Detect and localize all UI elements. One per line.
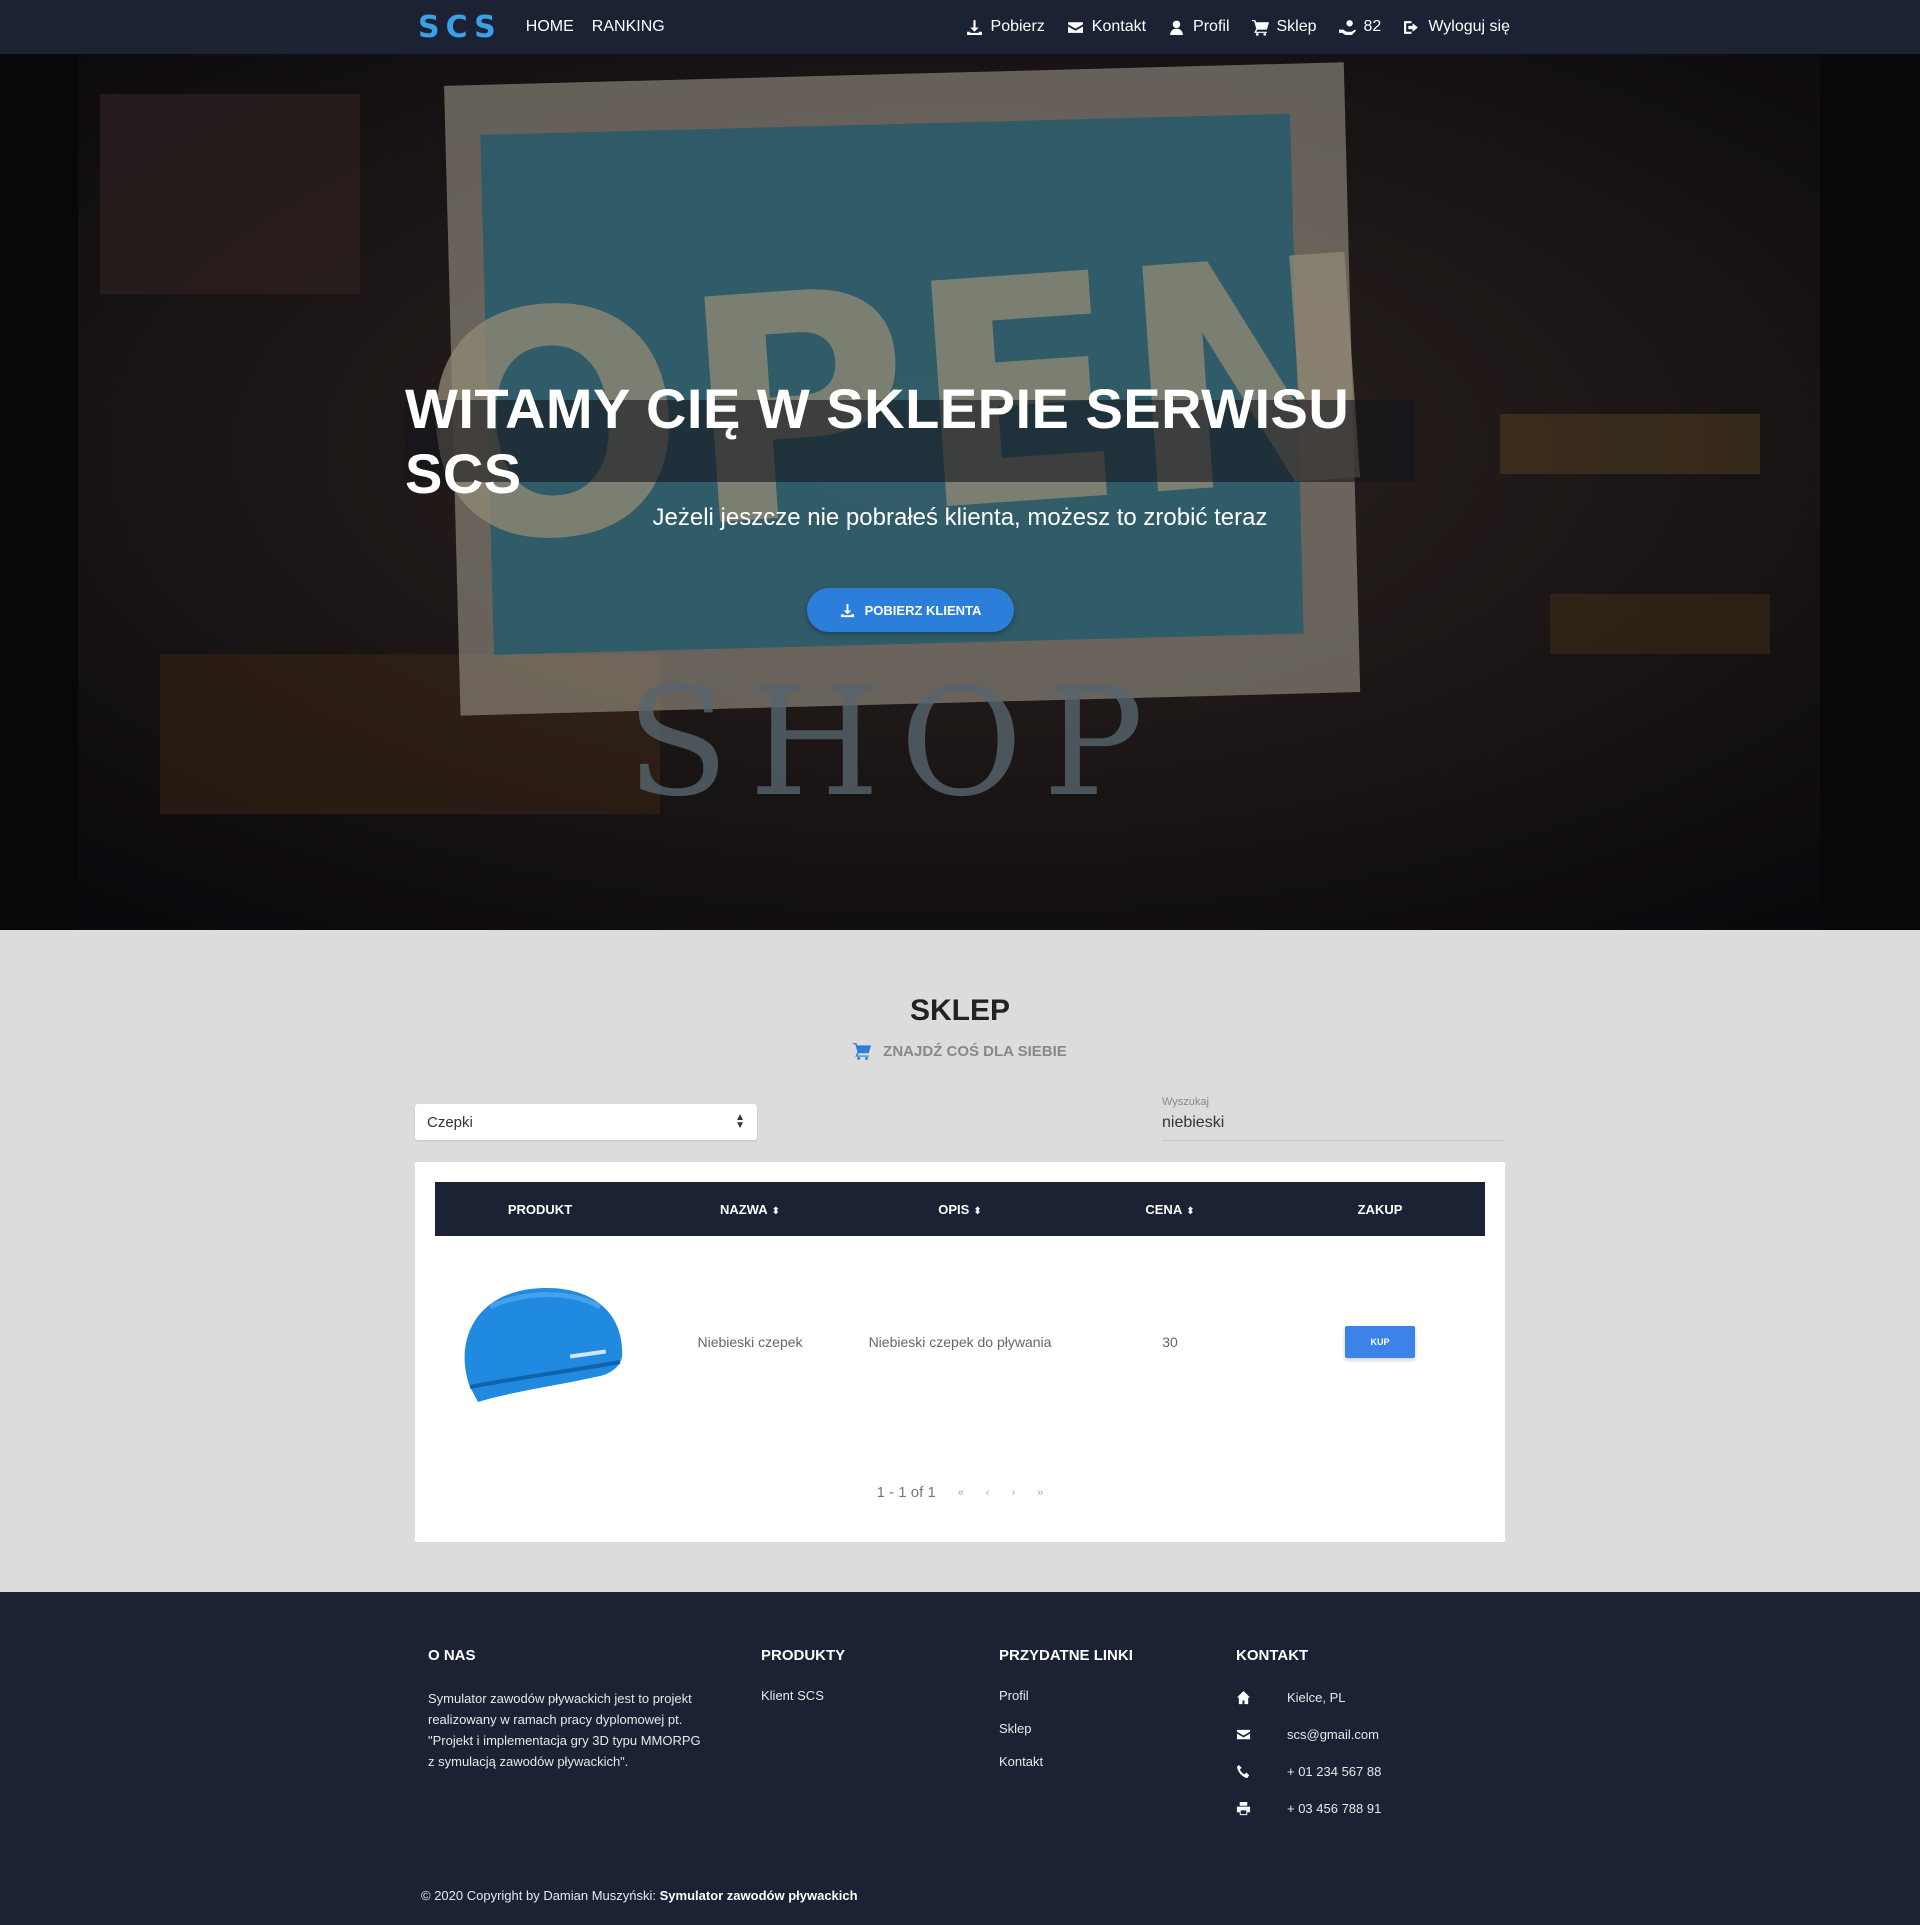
download-icon — [966, 19, 982, 35]
column-name[interactable]: NAZWA ⬍ — [645, 1202, 855, 1217]
copyright-prefix: © 2020 Copyright by Damian Muszyński: — [421, 1888, 660, 1903]
swim-cap-image — [464, 1287, 623, 1402]
footer-contact: KONTAKT Kielce, PL scs@gmail.com + 01 23… — [1236, 1647, 1381, 1836]
footer-about-title: O NAS — [428, 1647, 476, 1664]
footer-about-text: Symulator zawodów pływackich jest to pro… — [428, 1691, 701, 1769]
column-buy: ZAKUP — [1275, 1202, 1485, 1217]
category-select-value: Czepki — [427, 1113, 473, 1131]
buy-cell: KUP — [1275, 1326, 1485, 1358]
search-label: Wyszukaj — [1162, 1096, 1209, 1108]
envelope-icon — [1067, 21, 1083, 33]
footer-link-client[interactable]: Klient SCS — [761, 1688, 845, 1703]
nav-download-label: Pobierz — [990, 18, 1045, 35]
footer-contact-title: KONTAKT — [1236, 1647, 1309, 1664]
logo[interactable]: SCS — [418, 10, 502, 45]
column-price-label: CENA — [1145, 1201, 1183, 1217]
column-product: PRODUKT — [435, 1202, 645, 1217]
download-client-button[interactable]: POBIERZ KLIENTA — [807, 588, 1014, 632]
category-select[interactable]: Czepki ▲ ▼ — [415, 1104, 757, 1140]
search-field[interactable]: Wyszukaj niebieski — [1162, 1096, 1504, 1141]
sort-icon: ⬍ — [771, 1205, 781, 1217]
nav-shop-label: Sklep — [1276, 18, 1317, 35]
prev-page-icon[interactable]: ‹ — [986, 1487, 990, 1499]
table-header: PRODUKT NAZWA ⬍ OPIS ⬍ CENA ⬍ ZAKUP — [435, 1182, 1485, 1236]
next-page-icon[interactable]: › — [1012, 1487, 1016, 1499]
product-name: Niebieski czepek — [697, 1334, 803, 1350]
nav-logout-label: Wyloguj się — [1428, 18, 1510, 35]
contact-address-text: Kielce, PL — [1287, 1690, 1346, 1705]
buy-button[interactable]: KUP — [1345, 1326, 1415, 1358]
pagination-info: 1 - 1 of 1 — [876, 1484, 936, 1501]
footer-link-contact[interactable]: Kontakt — [999, 1754, 1133, 1769]
nav-ranking[interactable]: RANKING — [592, 18, 665, 36]
hero: OPEN SHOP WITAMY CIĘ W SKLEPIE SERWISU S… — [0, 54, 1920, 930]
copyright-project: Symulator zawodów pływackich — [659, 1888, 858, 1903]
footer-link-shop[interactable]: Sklep — [999, 1721, 1133, 1736]
footer-link-profile[interactable]: Profil — [999, 1688, 1133, 1703]
nav-profile-label: Profil — [1193, 18, 1230, 35]
shop-title: SKLEP — [909, 994, 1011, 1027]
cart-icon — [1251, 19, 1269, 36]
pagination: 1 - 1 of 1 « ‹ › » — [415, 1484, 1505, 1501]
copyright: © 2020 Copyright by Damian Muszyński: Sy… — [421, 1888, 858, 1903]
navbar: SCS HOME RANKING Pobierz Kontakt Profil … — [0, 0, 1920, 54]
footer-products-title: PRODUKTY — [761, 1647, 846, 1664]
footer-links-title: PRZYDATNE LINKI — [999, 1647, 1133, 1664]
nav-contact-label: Kontakt — [1091, 18, 1147, 35]
product-description: Niebieski czepek do pływania — [868, 1334, 1052, 1350]
shop-subtitle-text: ZNAJDŹ COŚ DLA SIEBIE — [883, 1042, 1067, 1060]
print-icon — [1236, 1801, 1251, 1816]
footer-links: PRZYDATNE LINKI Profil Sklep Kontakt — [999, 1647, 1133, 1787]
column-product-label: PRODUKT — [507, 1201, 573, 1217]
column-description[interactable]: OPIS ⬍ — [855, 1202, 1065, 1217]
footer-about: O NAS Symulator zawodów pływackich jest … — [428, 1647, 708, 1772]
nav-download[interactable]: Pobierz — [966, 18, 1045, 36]
nav-shop[interactable]: Sklep — [1251, 18, 1317, 36]
hero-subtitle: Jeżeli jeszcze nie pobrałeś klienta, moż… — [652, 504, 1268, 531]
user-icon — [1170, 20, 1183, 35]
column-buy-label: ZAKUP — [1357, 1201, 1403, 1217]
logout-icon — [1404, 20, 1419, 34]
column-name-label: NAZWA — [719, 1201, 768, 1217]
nav-coins-label: 82 — [1363, 18, 1382, 35]
footer-products: PRODUKTY Klient SCS — [761, 1647, 845, 1721]
column-description-label: OPIS — [938, 1201, 970, 1217]
contact-fax: + 03 456 788 91 — [1236, 1799, 1381, 1818]
table-row: Niebieski czepek Niebieski czepek do pły… — [435, 1238, 1485, 1446]
product-price: 30 — [1162, 1334, 1178, 1350]
footer: O NAS Symulator zawodów pływackich jest … — [0, 1592, 1920, 1925]
nav-profile[interactable]: Profil — [1168, 18, 1230, 36]
envelope-icon — [1236, 1729, 1251, 1740]
product-image-cell — [435, 1267, 645, 1417]
download-icon — [840, 603, 854, 617]
contact-email-text: scs@gmail.com — [1287, 1727, 1379, 1742]
phone-icon — [1236, 1764, 1250, 1779]
shop-subtitle: ZNAJDŹ COŚ DLA SIEBIE — [0, 1042, 1920, 1060]
contact-phone-text: + 01 234 567 88 — [1287, 1764, 1382, 1779]
contact-phone: + 01 234 567 88 — [1236, 1762, 1381, 1781]
hero-title: WITAMY CIĘ W SKLEPIE SERWISU SCS — [405, 377, 1350, 505]
nav-contact[interactable]: Kontakt — [1067, 18, 1146, 36]
select-arrows-icon: ▲ ▼ — [735, 1112, 745, 1131]
contact-fax-text: + 03 456 788 91 — [1287, 1801, 1382, 1816]
last-page-icon[interactable]: » — [1037, 1487, 1043, 1499]
contact-email: scs@gmail.com — [1236, 1725, 1381, 1744]
nav-home[interactable]: HOME — [526, 18, 574, 36]
hero-title-box: WITAMY CIĘ W SKLEPIE SERWISU SCS — [405, 377, 1415, 505]
nav-coins[interactable]: 82 — [1338, 18, 1382, 36]
coins-icon — [1338, 19, 1356, 35]
shop-section: SKLEP ZNAJDŹ COŚ DLA SIEBIE Czepki ▲ ▼ Wy… — [0, 930, 1920, 1592]
products-table-card: PRODUKT NAZWA ⬍ OPIS ⬍ CENA ⬍ ZAKUP Niebies… — [415, 1162, 1505, 1542]
download-client-label: POBIERZ KLIENTA — [864, 602, 982, 618]
sort-icon: ⬍ — [973, 1205, 982, 1217]
sort-icon: ⬍ — [1186, 1205, 1195, 1217]
nav-logout[interactable]: Wyloguj się — [1403, 18, 1510, 36]
column-price[interactable]: CENA ⬍ — [1065, 1202, 1275, 1217]
first-page-icon[interactable]: « — [958, 1487, 964, 1499]
cart-icon — [853, 1043, 872, 1060]
home-icon — [1236, 1690, 1251, 1705]
search-input[interactable]: niebieski — [1162, 1114, 1504, 1132]
contact-address: Kielce, PL — [1236, 1688, 1381, 1707]
